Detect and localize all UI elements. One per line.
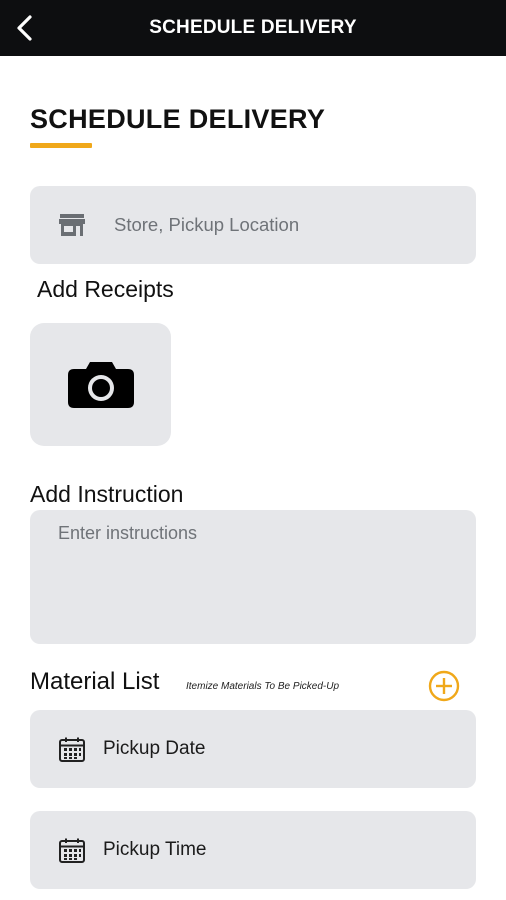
pickup-date-label: Pickup Date xyxy=(103,738,206,759)
add-receipt-photo-button[interactable] xyxy=(30,323,171,446)
app-bar-title: SCHEDULE DELIVERY xyxy=(149,17,357,38)
camera-icon xyxy=(67,361,134,408)
store-icon xyxy=(59,214,85,236)
instructions-textarea[interactable]: Enter instructions xyxy=(30,510,476,644)
store-field-placeholder: Store, Pickup Location xyxy=(114,214,300,235)
title-underline xyxy=(30,143,92,148)
add-receipts-label: Add Receipts xyxy=(37,276,174,302)
pickup-time-label: Pickup Time xyxy=(103,839,207,860)
pickup-time-field[interactable]: Pickup Time xyxy=(30,811,476,889)
add-instruction-label: Add Instruction xyxy=(30,481,184,507)
pickup-date-field[interactable]: Pickup Date xyxy=(30,710,476,788)
calendar-icon xyxy=(59,737,85,762)
top-app-bar: SCHEDULE DELIVERY xyxy=(0,0,506,56)
material-list-label: Material List xyxy=(30,668,160,695)
add-material-button[interactable] xyxy=(428,670,460,702)
material-list-hint: Itemize Materials To Be Picked-Up xyxy=(186,681,340,692)
plus-circle-icon xyxy=(428,670,460,702)
page-title: SCHEDULE DELIVERY xyxy=(30,104,326,134)
instructions-placeholder: Enter instructions xyxy=(58,523,198,543)
store-pickup-location-field[interactable]: Store, Pickup Location xyxy=(30,186,476,264)
calendar-icon xyxy=(59,838,85,863)
